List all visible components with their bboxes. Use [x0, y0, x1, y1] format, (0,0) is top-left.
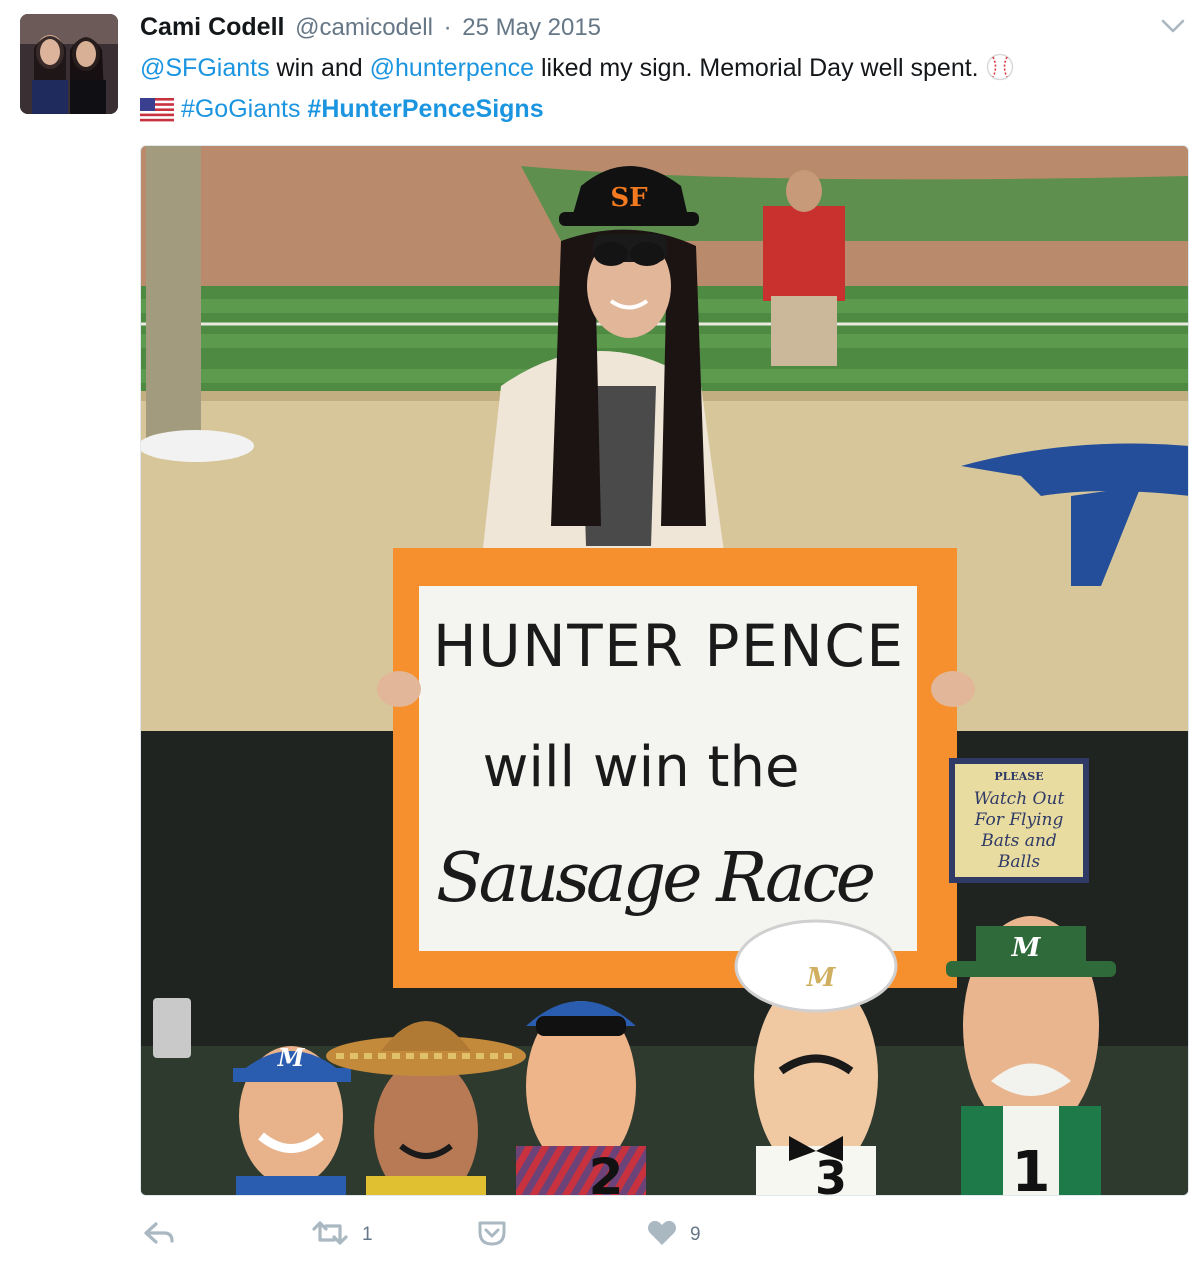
heart-icon — [646, 1218, 678, 1253]
tweet-timestamp[interactable]: 25 May 2015 — [462, 14, 601, 41]
tweet-actions: 1 9 — [140, 1215, 840, 1255]
us-flag-emoji-icon — [140, 96, 174, 132]
tweet-header: Cami Codell @camicodell · 25 May 2015 — [140, 12, 601, 46]
dugout-sign-line-4: Bats and — [980, 831, 1057, 851]
tweet-photo[interactable]: SF HUNTER PENCE will win the Sausage Rac… — [140, 145, 1189, 1196]
mention-hunterpence[interactable]: @hunterpence — [370, 54, 534, 82]
author-screen-name[interactable]: @camicodell — [295, 14, 433, 41]
retweet-button[interactable]: 1 — [310, 1215, 373, 1255]
baseball-emoji-icon — [986, 53, 1014, 91]
tweet-text-segment: liked my sign. Memorial Day well spent. — [534, 54, 986, 82]
hashtag-gogiants[interactable]: #GoGiants — [181, 95, 301, 123]
profile-avatar[interactable] — [20, 14, 118, 114]
mention-sfgiants[interactable]: @SFGiants — [140, 54, 270, 82]
sign-text-line-2: will win the — [483, 735, 800, 800]
author-display-name[interactable]: Cami Codell — [140, 13, 284, 41]
sausage-mascot-4: M 3 — [734, 919, 898, 1196]
mascot-number-2: 2 — [589, 1148, 624, 1196]
reply-icon — [142, 1218, 176, 1253]
pocket-icon — [476, 1218, 508, 1253]
sign-text-line-1: HUNTER PENCE — [433, 612, 903, 680]
hashtag-hunterpencesigns[interactable]: #HunterPenceSigns — [307, 95, 543, 123]
reply-button[interactable] — [142, 1215, 176, 1255]
more-options-chevron-icon[interactable] — [1160, 16, 1186, 36]
dugout-sign-line-1: PLEASE — [994, 770, 1043, 783]
dugout-sign-line-3: For Flying — [974, 810, 1064, 830]
mascot-number-3: 3 — [815, 1151, 847, 1196]
pocket-save-button[interactable] — [476, 1215, 508, 1255]
cap-sf-logo: SF — [610, 183, 648, 213]
retweet-icon — [310, 1218, 350, 1253]
dugout-sign-line-2: Watch Out — [974, 789, 1065, 809]
mascot-cap-letter: M — [277, 1043, 306, 1072]
header-separator: · — [443, 14, 452, 41]
dugout-sign-line-5: Balls — [997, 852, 1041, 872]
tweet: Cami Codell @camicodell · 25 May 2015 @S… — [0, 0, 1200, 1277]
like-count: 9 — [690, 1224, 701, 1245]
sign-text-line-3: Sausage Race — [436, 839, 876, 918]
mascot-cap-letter: M — [1011, 933, 1042, 963]
like-button[interactable]: 9 — [646, 1215, 701, 1255]
mascot-number-1: 1 — [1012, 1140, 1051, 1196]
tweet-text-segment: win and — [269, 54, 370, 82]
retweet-count: 1 — [362, 1224, 373, 1245]
mascot-cap-letter: M — [806, 963, 837, 993]
tweet-text: @SFGiants win and @hunterpence liked my … — [140, 50, 1180, 132]
